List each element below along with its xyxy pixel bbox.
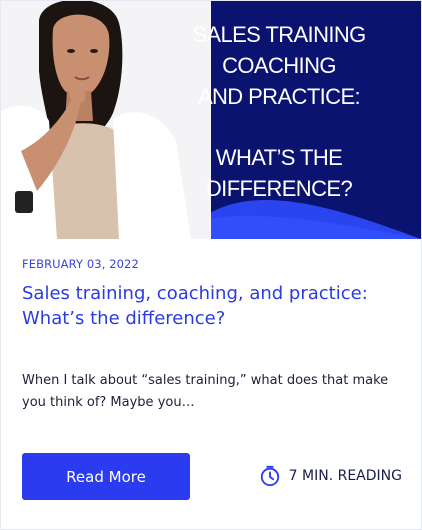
hero-title-line-2: COACHING bbox=[222, 53, 336, 78]
hero-title-line-3: AND PRACTICE: bbox=[197, 84, 361, 109]
hero-title: SALES TRAINING COACHING AND PRACTICE: WH… bbox=[183, 19, 375, 204]
post-content: FEBRUARY 03, 2022 Sales training, coachi… bbox=[22, 257, 403, 331]
post-excerpt: When I talk about “sales training,” what… bbox=[22, 373, 389, 410]
hero-title-line-1: SALES TRAINING bbox=[192, 22, 366, 47]
read-more-button[interactable]: Read More bbox=[22, 453, 190, 500]
reading-time-label: 7 MIN. READING bbox=[288, 468, 402, 484]
post-title-link[interactable]: Sales training, coaching, and practice: … bbox=[22, 281, 403, 331]
post-date: FEBRUARY 03, 2022 bbox=[22, 257, 139, 271]
clock-icon bbox=[260, 465, 279, 487]
hero-title-gap bbox=[183, 112, 375, 142]
woman-thinking-image bbox=[1, 1, 211, 239]
blog-card[interactable]: SALES TRAINING COACHING AND PRACTICE: WH… bbox=[0, 0, 422, 530]
reading-time: 7 MIN. READING bbox=[259, 465, 402, 487]
hero-title-line-5: DIFFERENCE? bbox=[205, 176, 353, 201]
hero-image[interactable]: SALES TRAINING COACHING AND PRACTICE: WH… bbox=[1, 1, 421, 239]
hero-title-line-4: WHAT’S THE bbox=[215, 145, 343, 170]
